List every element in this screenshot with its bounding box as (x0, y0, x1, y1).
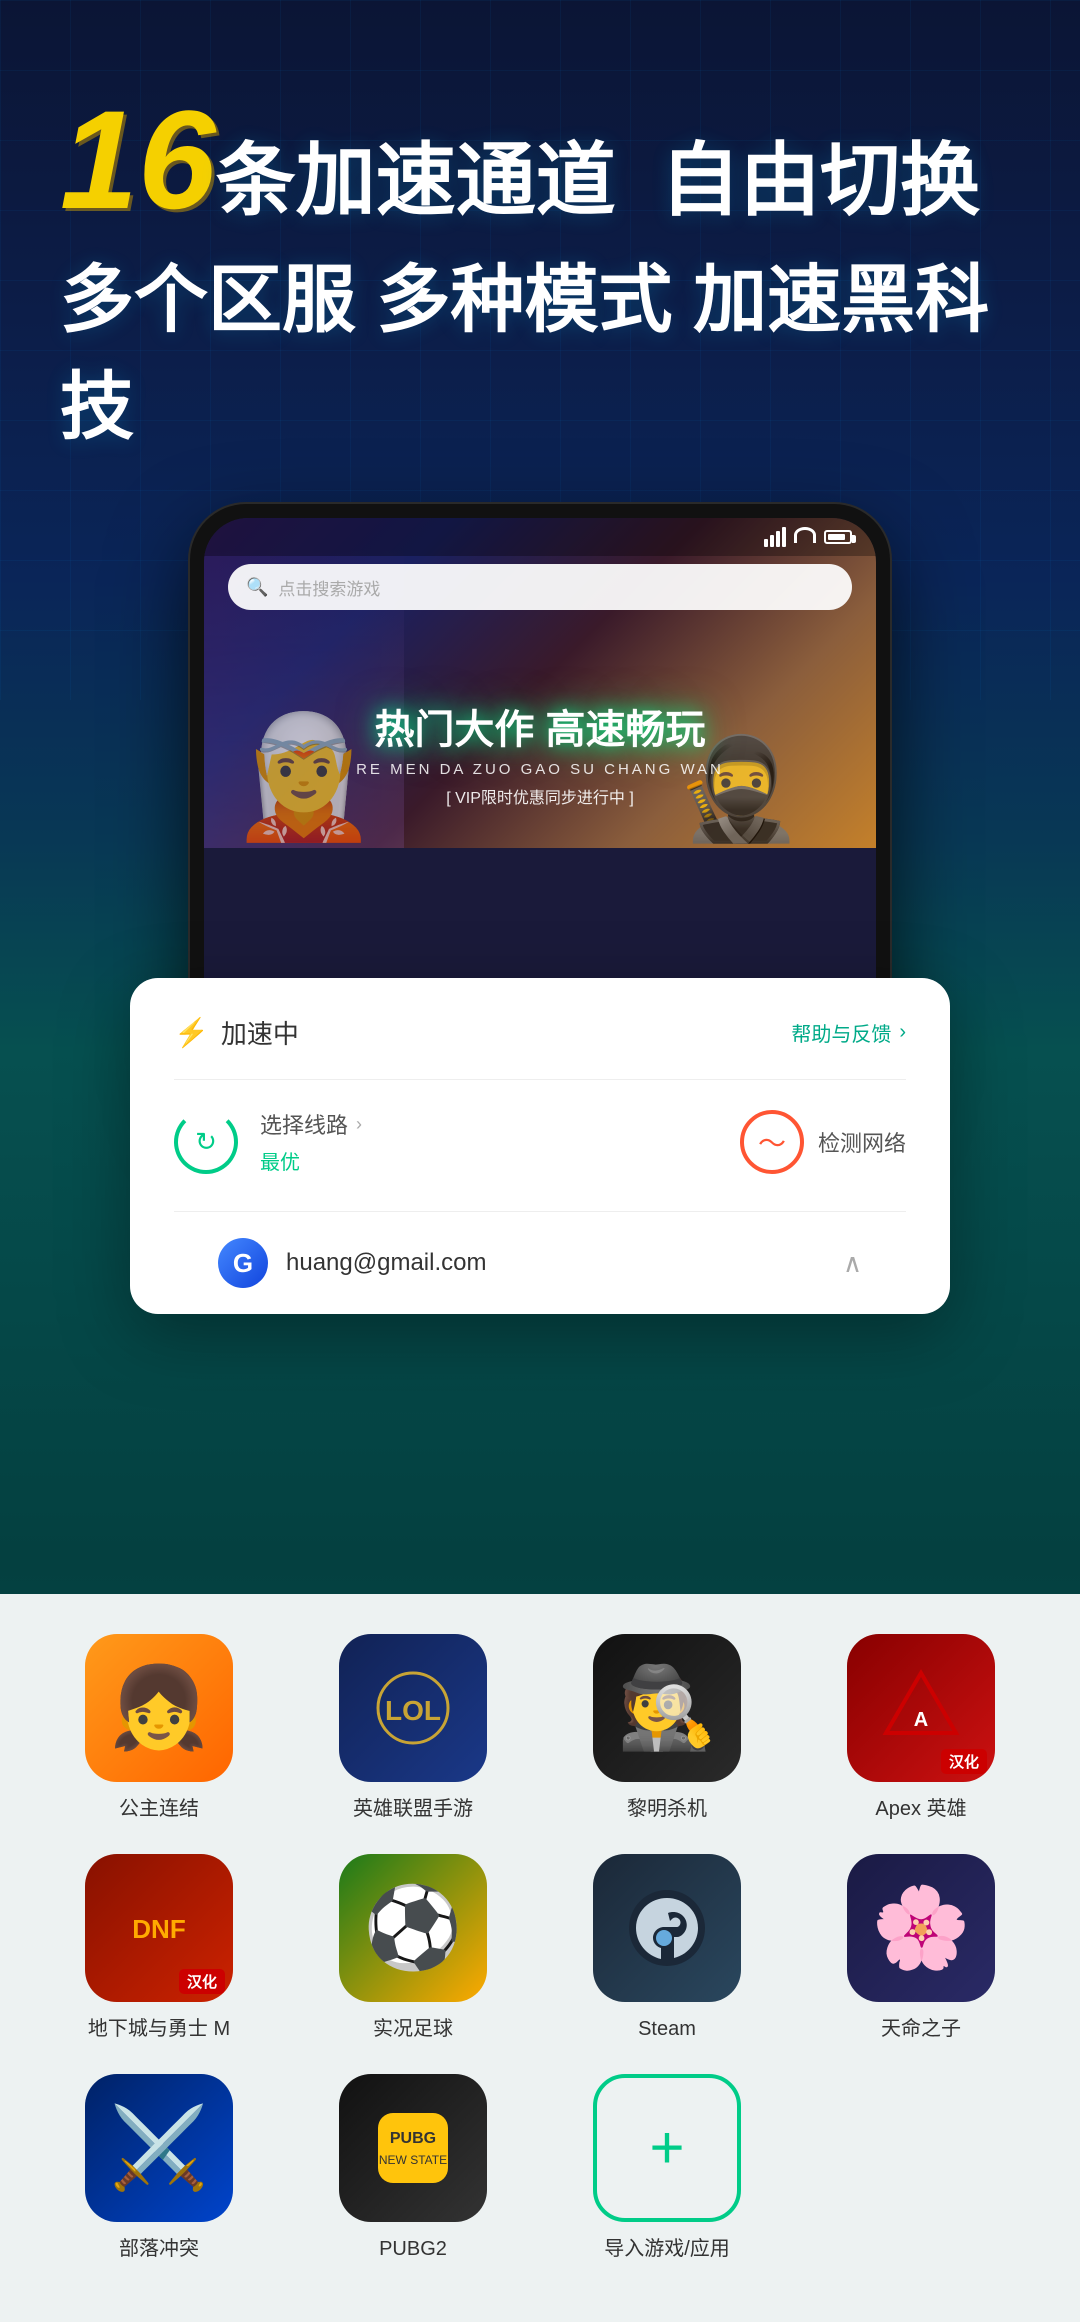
banner-sub-text: RE MEN DA ZUO GAO SU CHANG WAN (304, 761, 776, 778)
add-plus-icon: + (649, 2118, 684, 2178)
game-label-dawn: 黎明杀机 (627, 1796, 707, 1822)
wifi-icon (794, 527, 816, 543)
network-wave-icon: 〜 (758, 1122, 786, 1162)
svg-text:PUBG: PUBG (390, 2130, 436, 2147)
status-bar (204, 518, 876, 556)
svg-text:DNF: DNF (132, 1914, 185, 1944)
dawn-icon: 🕵️ (617, 1668, 717, 1748)
apex-logo-icon: A (881, 1668, 961, 1748)
hero-section: 16 条加速通道 自由切换 多个区服 多种模式 加速黑科技 (0, 0, 1080, 494)
help-label: 帮助与反馈 (791, 1018, 891, 1047)
arrow-right-icon: › (356, 1114, 362, 1135)
game-icon-soccer: ⚽ (339, 1854, 487, 2002)
game-item-princess[interactable]: 👧 公主连结 (40, 1634, 278, 1822)
chevron-right-icon: › (899, 1021, 906, 1044)
game-item-clash[interactable]: ⚔️ 部落冲突 (40, 2074, 278, 2262)
accel-label: 加速中 (221, 1014, 299, 1051)
game-label-add: 导入游戏/应用 (604, 2236, 730, 2262)
soccer-icon: ⚽ (363, 1888, 463, 1968)
account-bar[interactable]: G huang@gmail.com ∧ (174, 1211, 906, 1314)
game-label-tianming: 天命之子 (881, 2016, 961, 2042)
game-icon-apex: A 汉化 (847, 1634, 995, 1782)
help-link[interactable]: 帮助与反馈 › (791, 1018, 906, 1047)
card-header: ⚡ 加速中 帮助与反馈 › (174, 1014, 906, 1080)
games-section: 👧 公主连结 LOL 英雄联盟手游 (0, 1594, 1080, 2322)
game-icon-lol: LOL (339, 1634, 487, 1782)
game-item-pubg[interactable]: PUBG NEW STATE PUBG2 (294, 2074, 532, 2262)
game-icon-pubg: PUBG NEW STATE (339, 2074, 487, 2222)
search-placeholder: 点击搜索游戏 (278, 575, 380, 600)
account-info: G huang@gmail.com (218, 1238, 486, 1288)
phone-container: 🔍 点击搜索游戏 🧝 🥷 热门大作 高速畅玩 RE MEN DA ZUO GAO… (190, 504, 890, 1104)
account-email: huang@gmail.com (286, 1249, 486, 1277)
banner-vip-text: [ VIP限时优惠同步进行中 ] (304, 784, 776, 808)
game-item-add[interactable]: + 导入游戏/应用 (548, 2074, 786, 2262)
route-title: 选择线路 › (260, 1108, 362, 1140)
game-label-clash: 部落冲突 (119, 2236, 199, 2262)
lightning-icon: ⚡ (174, 1016, 209, 1049)
hanhua-badge-dnf: 汉化 (179, 1969, 225, 1994)
game-icon-clash: ⚔️ (85, 2074, 233, 2222)
sync-icon: ↻ (195, 1126, 217, 1157)
hero-number: 16 (60, 90, 216, 230)
svg-text:NEW STATE: NEW STATE (379, 2153, 447, 2167)
game-icon-princess: 👧 (85, 1634, 233, 1782)
princess-icon: 👧 (109, 1668, 209, 1748)
battery-icon (824, 530, 852, 544)
dnf-logo-icon: DNF (119, 1888, 199, 1968)
hanhua-badge-apex: 汉化 (941, 1749, 987, 1774)
game-label-soccer: 实况足球 (373, 2016, 453, 2042)
game-icon-steam (593, 1854, 741, 2002)
tianming-icon: 🌸 (871, 1888, 971, 1968)
route-icon: ↻ (174, 1110, 238, 1174)
route-value: 最优 (260, 1146, 362, 1175)
phone-search-bar[interactable]: 🔍 点击搜索游戏 (228, 564, 852, 610)
game-label-pubg: PUBG2 (379, 2236, 447, 2262)
account-chevron-icon: ∧ (843, 1248, 862, 1279)
game-item-lol[interactable]: LOL 英雄联盟手游 (294, 1634, 532, 1822)
network-label: 检测网络 (818, 1126, 906, 1158)
game-item-dawn[interactable]: 🕵️ 黎明杀机 (548, 1634, 786, 1822)
phone-area: 🔍 点击搜索游戏 🧝 🥷 热门大作 高速畅玩 RE MEN DA ZUO GAO… (0, 504, 1080, 1104)
card-body: ↻ 选择线路 › 最优 (174, 1080, 906, 1211)
games-grid: 👧 公主连结 LOL 英雄联盟手游 (40, 1634, 1040, 2262)
game-item-tianming[interactable]: 🌸 天命之子 (802, 1854, 1040, 2042)
signal-icon (764, 527, 786, 547)
hero-title-part1: 条加速通道 自由切换 (216, 141, 980, 221)
svg-text:LOL: LOL (385, 1695, 441, 1726)
game-item-steam[interactable]: Steam (548, 1854, 786, 2042)
route-info: 选择线路 › 最优 (260, 1108, 362, 1175)
game-label-apex: Apex 英雄 (875, 1796, 966, 1822)
network-section[interactable]: 〜 检测网络 (740, 1110, 906, 1174)
steam-logo-icon (622, 1883, 712, 1973)
banner-text: 热门大作 高速畅玩 RE MEN DA ZUO GAO SU CHANG WAN… (304, 697, 776, 808)
game-label-lol: 英雄联盟手游 (353, 1796, 473, 1822)
accel-card: ⚡ 加速中 帮助与反馈 › ↻ (130, 978, 950, 1314)
game-icon-add: + (593, 2074, 741, 2222)
lol-logo-icon: LOL (373, 1668, 453, 1748)
svg-text:A: A (914, 1709, 928, 1731)
pubg-logo-icon: PUBG NEW STATE (373, 2108, 453, 2188)
accel-status: ⚡ 加速中 (174, 1014, 299, 1051)
game-icon-dawn: 🕵️ (593, 1634, 741, 1782)
game-item-soccer[interactable]: ⚽ 实况足球 (294, 1854, 532, 2042)
game-label-dnf: 地下城与勇士 M (88, 2016, 230, 2042)
avatar: G (218, 1238, 268, 1288)
game-item-apex[interactable]: A 汉化 Apex 英雄 (802, 1634, 1040, 1822)
hero-title-line2: 多个区服 多种模式 加速黑科技 (60, 240, 1020, 454)
search-icon: 🔍 (246, 577, 268, 598)
game-icon-dnf: DNF 汉化 (85, 1854, 233, 2002)
game-icon-tianming: 🌸 (847, 1854, 995, 2002)
game-label-princess: 公主连结 (119, 1796, 199, 1822)
game-item-dnf[interactable]: DNF 汉化 地下城与勇士 M (40, 1854, 278, 2042)
clash-icon: ⚔️ (109, 2108, 209, 2188)
game-label-steam: Steam (638, 2016, 696, 2042)
banner-main-text: 热门大作 高速畅玩 (304, 697, 776, 755)
network-icon: 〜 (740, 1110, 804, 1174)
route-section[interactable]: ↻ 选择线路 › 最优 (174, 1108, 362, 1175)
